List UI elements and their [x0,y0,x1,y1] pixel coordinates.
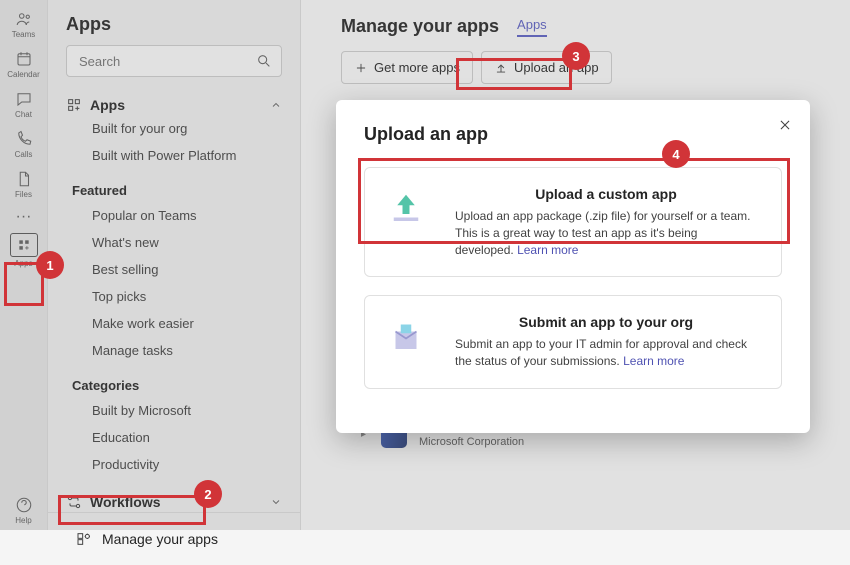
close-button[interactable] [778,118,792,137]
sidebar-item[interactable]: Manage tasks [48,337,300,364]
chevron-down-icon [270,496,282,508]
sidebar-item[interactable]: Best selling [48,256,300,283]
plus-icon [354,61,368,75]
annotation-marker-4: 4 [664,142,688,166]
rail-label: Help [15,516,31,525]
dialog-title: Upload an app [364,124,782,145]
sidebar-section-workflows[interactable]: Workflows [48,484,300,512]
rail-label: Chat [15,110,32,119]
manage-icon [76,531,92,547]
tab-apps[interactable]: Apps [517,17,547,37]
apps-icon [66,97,82,113]
rail-label: Calls [15,150,33,159]
upload-icon [385,186,427,228]
rail-more[interactable]: ··· [0,204,48,230]
apps-icon [17,238,31,252]
card-desc: Upload an app package (.zip file) for yo… [451,208,761,258]
submit-icon [385,314,427,356]
chevron-up-icon [270,99,282,111]
annotation-marker-3: 3 [564,44,588,68]
sidebar-item[interactable]: Built by Microsoft [48,397,300,424]
sidebar-item[interactable]: Popular on Teams [48,202,300,229]
upload-custom-app-card[interactable]: Upload a custom app Upload an app packag… [364,167,782,277]
get-more-apps-button[interactable]: Get more apps [341,51,473,84]
sidebar-item[interactable]: Built for your org [48,115,300,142]
sidebar-item[interactable]: Make work easier [48,310,300,337]
rail-item-files[interactable]: Files [0,164,48,204]
upload-icon [494,61,508,75]
manage-label: Manage your apps [102,531,218,547]
submit-app-card[interactable]: Submit an app to your org Submit an app … [364,295,782,389]
teams-icon [15,10,33,28]
upload-an-app-button[interactable]: Upload an app [481,51,612,84]
close-icon [778,118,792,132]
sidebar-item[interactable]: Education [48,424,300,451]
calls-icon [15,130,33,148]
card-title: Upload a custom app [451,186,761,202]
rail-label: Calendar [7,70,39,79]
section-label: Workflows [90,494,161,510]
calendar-icon [15,50,33,68]
sidebar-heading-featured: Featured [48,169,300,202]
workflows-icon [66,494,82,510]
app-corp: Microsoft Corporation [419,436,528,448]
sidebar-section-apps[interactable]: Apps [48,87,300,115]
section-label: Apps [90,97,125,113]
rail-item-chat[interactable]: Chat [0,84,48,124]
rail-label: Apps [14,259,32,268]
rail-item-help[interactable]: Help [0,490,48,530]
search-icon [256,53,272,69]
card-title: Submit an app to your org [451,314,761,330]
page-title: Manage your apps [341,16,499,37]
card-desc: Submit an app to your IT admin for appro… [451,336,761,370]
sidebar-item[interactable]: Productivity [48,451,300,478]
search-input[interactable] [66,45,282,77]
sidebar: Apps Apps Built for your org Built with … [48,0,301,530]
manage-your-apps-button[interactable]: Manage your apps [58,519,290,559]
rail-item-teams[interactable]: Teams [0,4,48,44]
sidebar-heading-categories: Categories [48,364,300,397]
sidebar-item[interactable]: Top picks [48,283,300,310]
sidebar-item[interactable]: Built with Power Platform [48,142,300,169]
chat-icon [15,90,33,108]
search-wrapper [66,45,282,77]
annotation-marker-1: 1 [38,253,62,277]
upload-app-dialog: Upload an app Upload a custom app Upload… [336,100,810,433]
sidebar-item[interactable]: What's new [48,229,300,256]
learn-more-link[interactable]: Learn more [623,354,684,368]
help-icon [15,496,33,514]
sidebar-title: Apps [48,0,300,45]
rail-item-calls[interactable]: Calls [0,124,48,164]
rail-label: Teams [12,30,36,39]
annotation-marker-2: 2 [196,482,220,506]
learn-more-link[interactable]: Learn more [517,243,578,257]
rail-item-calendar[interactable]: Calendar [0,44,48,84]
rail-label: Files [15,190,32,199]
files-icon [15,170,33,188]
btn-label: Get more apps [374,60,460,75]
